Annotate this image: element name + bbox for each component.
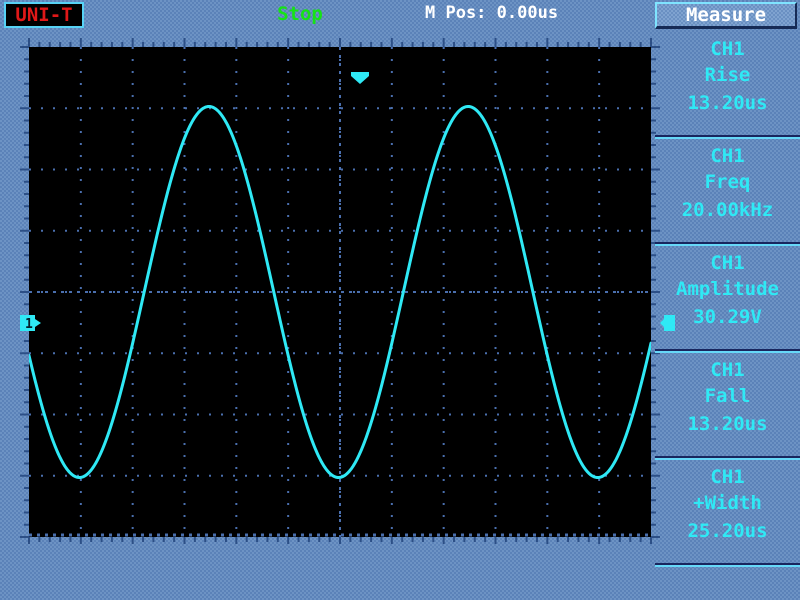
horizontal-position-readout: M Pos: 0.00us (425, 3, 559, 23)
measurement-source: CH1 (710, 466, 745, 488)
measurement-source: CH1 (710, 38, 745, 60)
measurement-source: CH1 (710, 252, 745, 274)
ch1-waveform-trace (29, 104, 651, 480)
measurement-slot-1[interactable]: CH1 Rise 13.20us (655, 32, 800, 139)
measurement-slot-3[interactable]: CH1 Amplitude 30.29V (655, 246, 800, 353)
plot-canvas[interactable] (29, 47, 651, 537)
svg-text:1: 1 (25, 317, 33, 332)
measurement-source: CH1 (710, 145, 745, 167)
measurement-type: Fall (704, 385, 751, 407)
ch1-ground-marker-icon[interactable]: 1 (20, 313, 42, 333)
measurement-value: 13.20us (687, 413, 768, 435)
bottom-status-bar: Ch1 5.00V Ch2 Off M 10.0us Math Off T Ch… (0, 541, 800, 600)
measurement-type: Amplitude (676, 278, 779, 300)
measurement-slot-4[interactable]: CH1 Fall 13.20us (655, 353, 800, 460)
measurement-value: 20.00kHz (681, 199, 774, 221)
waveform-display-area[interactable]: 1 (20, 36, 675, 544)
run-state-indicator: Stop (277, 3, 323, 25)
measurement-slot-2[interactable]: CH1 Freq 20.00kHz (655, 139, 800, 246)
measurement-type: +Width (693, 492, 762, 514)
measurement-value: 30.29V (693, 306, 762, 328)
oscilloscope-screen: UNI-T Stop M Pos: 0.00us Measure 1 CH1 R… (0, 0, 800, 600)
brand-logo: UNI-T (4, 2, 84, 28)
measurement-source: CH1 (710, 359, 745, 381)
trigger-position-icon[interactable] (350, 72, 370, 84)
top-status-bar: UNI-T Stop M Pos: 0.00us Measure (0, 0, 800, 30)
measure-menu-button[interactable]: Measure (655, 2, 797, 29)
measurement-value: 13.20us (687, 92, 768, 114)
measurement-type: Freq (704, 171, 751, 193)
measurement-sidebar: CH1 Rise 13.20us CH1 Freq 20.00kHz CH1 A… (655, 32, 800, 568)
measurement-type: Rise (704, 64, 751, 86)
